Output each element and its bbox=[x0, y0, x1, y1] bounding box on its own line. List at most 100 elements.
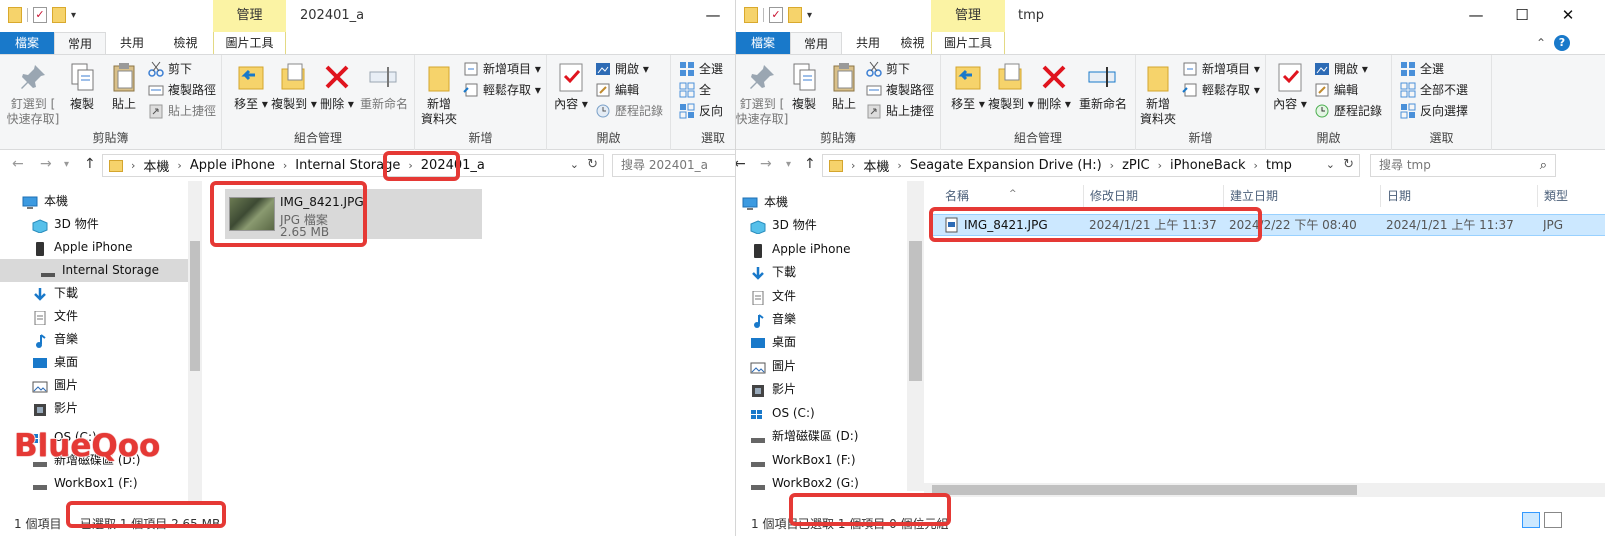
properties-icon[interactable]: ✓ bbox=[33, 7, 47, 23]
open-button[interactable]: 開啟 ▾ bbox=[595, 59, 649, 79]
tab-home[interactable]: 常用 bbox=[790, 32, 842, 54]
nav-downloads[interactable]: 下載 bbox=[0, 282, 188, 305]
new-item-button[interactable]: 新增項目 ▾ bbox=[463, 59, 541, 79]
tab-home[interactable]: 常用 bbox=[54, 32, 106, 54]
nav-desktop[interactable]: 桌面 bbox=[0, 351, 188, 374]
tab-file[interactable]: 檔案 bbox=[0, 32, 54, 54]
forward-arrow-icon[interactable]: → bbox=[760, 156, 772, 172]
invert-selection-button[interactable]: 反向選擇 bbox=[1400, 101, 1468, 121]
column-header-name[interactable]: ^ 名稱 bbox=[939, 185, 1084, 207]
select-all-button[interactable]: 全選 bbox=[679, 59, 723, 79]
nav-downloads[interactable]: 下載 bbox=[736, 261, 911, 284]
search-icon[interactable]: ⌕ bbox=[1540, 155, 1547, 176]
folder-icon[interactable] bbox=[8, 7, 22, 23]
properties-button[interactable]: 內容 ▾ bbox=[553, 61, 589, 112]
nav-workbox1[interactable]: WorkBox1 (F:) bbox=[0, 472, 188, 495]
select-none-button[interactable]: 全 bbox=[679, 80, 711, 100]
tab-view[interactable]: 檢視 bbox=[894, 32, 931, 54]
copy-path-button[interactable]: 複製路徑 bbox=[148, 80, 216, 100]
history-button[interactable]: 歷程記錄 bbox=[1314, 101, 1382, 121]
maximize-button[interactable]: ☐ bbox=[1499, 0, 1545, 32]
nav-scrollbar[interactable] bbox=[907, 181, 924, 491]
search-input[interactable]: 搜尋 tmp ⌕ bbox=[1370, 154, 1556, 177]
rename-button[interactable]: 重新命名 bbox=[1073, 61, 1133, 112]
column-header-date[interactable]: 日期 bbox=[1381, 185, 1538, 207]
paste-button[interactable]: 貼上 bbox=[824, 61, 864, 112]
breadcrumb-iphoneback[interactable]: iPhoneBack bbox=[1170, 158, 1245, 173]
breadcrumb-this-pc[interactable]: 本機 bbox=[143, 156, 169, 175]
breadcrumb-internal-storage[interactable]: Internal Storage bbox=[295, 158, 400, 173]
open-button[interactable]: 開啟 ▾ bbox=[1314, 59, 1368, 79]
copy-button[interactable]: 複製 bbox=[784, 61, 824, 112]
invert-selection-button[interactable]: 反向 bbox=[679, 101, 723, 121]
paste-shortcut-button[interactable]: 貼上捷徑 bbox=[148, 101, 216, 121]
address-dropdown-icon[interactable]: ⌄ bbox=[1326, 158, 1335, 171]
nav-this-pc[interactable]: 本機 bbox=[0, 190, 188, 213]
copy-to-button[interactable]: 複製到 ▾ bbox=[987, 61, 1035, 112]
up-arrow-icon[interactable]: ↑ bbox=[804, 156, 816, 172]
move-to-button[interactable]: 移至 ▾ bbox=[947, 61, 989, 112]
delete-button[interactable]: 刪除 ▾ bbox=[1037, 61, 1071, 112]
tab-file[interactable]: 檔案 bbox=[736, 32, 790, 54]
select-all-button[interactable]: 全選 bbox=[1400, 59, 1444, 79]
close-button[interactable]: ✕ bbox=[1545, 0, 1591, 32]
qat-dropdown-icon[interactable]: ▾ bbox=[71, 10, 76, 21]
nav-3d-objects[interactable]: 3D 物件 bbox=[0, 213, 188, 236]
breadcrumb-seagate-drive[interactable]: Seagate Expansion Drive (H:) bbox=[910, 158, 1102, 173]
file-tile[interactable]: IMG_8421.JPG JPG 檔案 2.65 MB bbox=[225, 189, 482, 239]
paste-shortcut-button[interactable]: 貼上捷徑 bbox=[866, 101, 934, 121]
cut-button[interactable]: 剪下 bbox=[148, 59, 192, 79]
nav-music[interactable]: 音樂 bbox=[736, 308, 911, 331]
up-arrow-icon[interactable]: ↑ bbox=[84, 156, 96, 172]
copy-button[interactable]: 複製 bbox=[62, 61, 102, 112]
nav-new-volume-d[interactable]: 新增磁碟區 (D:) bbox=[736, 425, 911, 448]
refresh-icon[interactable]: ↻ bbox=[1343, 157, 1354, 172]
paste-button[interactable]: 貼上 bbox=[104, 61, 144, 112]
nav-documents[interactable]: 文件 bbox=[0, 305, 188, 328]
column-header-type[interactable]: 類型 bbox=[1538, 185, 1605, 207]
nav-os-c[interactable]: OS (C:) bbox=[736, 402, 911, 425]
select-none-button[interactable]: 全部不選 bbox=[1400, 80, 1468, 100]
copy-path-button[interactable]: 複製路徑 bbox=[866, 80, 934, 100]
new-folder-icon[interactable] bbox=[52, 7, 66, 23]
refresh-icon[interactable]: ↻ bbox=[587, 157, 598, 172]
move-to-button[interactable]: 移至 ▾ bbox=[230, 61, 272, 112]
edit-button[interactable]: 編輯 bbox=[595, 80, 639, 100]
address-bar[interactable]: › 本機 › Apple iPhone › Internal Storage › 20… bbox=[102, 154, 604, 177]
qat-dropdown-icon[interactable]: ▾ bbox=[807, 10, 812, 21]
nav-desktop[interactable]: 桌面 bbox=[736, 331, 911, 354]
table-row[interactable]: IMG_8421.JPG 2024/1/21 上午 11:37 2024/2/2… bbox=[930, 214, 1605, 236]
nav-workbox2[interactable]: WorkBox2 (G:) bbox=[736, 472, 911, 495]
folder-icon[interactable] bbox=[744, 7, 758, 23]
recent-locations-icon[interactable]: ▾ bbox=[64, 159, 69, 170]
nav-videos[interactable]: 影片 bbox=[736, 378, 911, 401]
new-item-button[interactable]: 新增項目 ▾ bbox=[1182, 59, 1260, 79]
breadcrumb-iphone[interactable]: Apple iPhone bbox=[190, 158, 275, 173]
column-header-created[interactable]: 建立日期 bbox=[1224, 185, 1381, 207]
cut-button[interactable]: 剪下 bbox=[866, 59, 910, 79]
tab-share[interactable]: 共用 bbox=[842, 32, 894, 54]
tab-share[interactable]: 共用 bbox=[106, 32, 158, 54]
tab-picture-tools[interactable]: 圖片工具 bbox=[931, 32, 1005, 54]
new-folder-icon[interactable] bbox=[788, 7, 802, 23]
pin-quick-access-button[interactable]: 釘選到 [快速存取] bbox=[6, 61, 60, 127]
copy-to-button[interactable]: 複製到 ▾ bbox=[270, 61, 318, 112]
breadcrumb-tmp[interactable]: tmp bbox=[1266, 158, 1292, 173]
nav-scrollbar[interactable] bbox=[188, 181, 202, 501]
breadcrumb-202401-a[interactable]: 202401_a bbox=[421, 158, 485, 173]
easy-access-button[interactable]: 輕鬆存取 ▾ bbox=[463, 80, 541, 100]
address-dropdown-icon[interactable]: ⌄ bbox=[570, 158, 579, 171]
large-icons-view-icon[interactable] bbox=[1544, 512, 1562, 528]
manage-tab-header[interactable]: 管理 bbox=[213, 0, 286, 32]
nav-videos[interactable]: 影片 bbox=[0, 397, 188, 420]
minimize-button[interactable]: — bbox=[1453, 0, 1499, 32]
tab-picture-tools[interactable]: 圖片工具 bbox=[213, 32, 286, 54]
nav-iphone[interactable]: Apple iPhone bbox=[0, 236, 188, 259]
nav-workbox1[interactable]: WorkBox1 (F:) bbox=[736, 449, 911, 472]
properties-icon[interactable]: ✓ bbox=[769, 7, 783, 23]
nav-3d-objects[interactable]: 3D 物件 bbox=[736, 214, 911, 237]
search-input[interactable]: 搜尋 202401_a bbox=[612, 154, 735, 177]
nav-internal-storage[interactable]: Internal Storage bbox=[0, 259, 188, 282]
properties-button[interactable]: 內容 ▾ bbox=[1272, 61, 1308, 112]
horizontal-scrollbar[interactable] bbox=[924, 483, 1605, 497]
